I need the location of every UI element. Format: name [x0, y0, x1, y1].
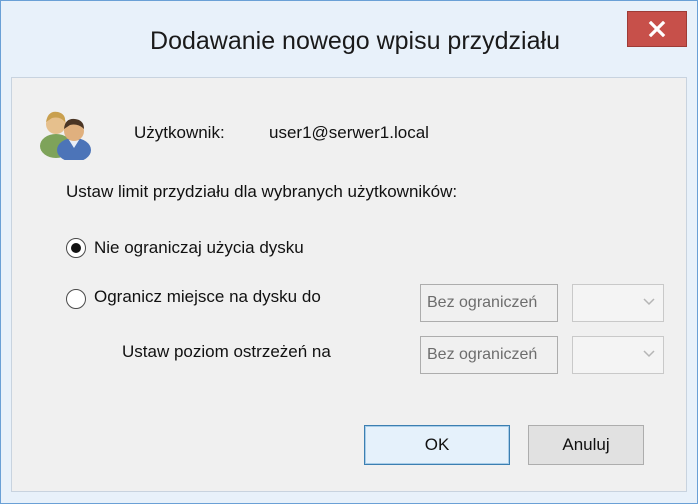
warning-value-field[interactable]: Bez ograniczeń [420, 336, 558, 374]
cancel-button[interactable]: Anuluj [528, 425, 644, 465]
warning-unit-select[interactable] [572, 336, 664, 374]
radio-selected-dot [71, 243, 81, 253]
radio-limit[interactable] [66, 289, 86, 309]
close-button[interactable] [627, 11, 687, 47]
radio-limit-label[interactable]: Ogranicz miejsce na dysku do [94, 287, 321, 307]
users-icon [40, 111, 91, 160]
dialog-title: Dodawanie nowego wpisu przydziału [150, 27, 560, 55]
chevron-down-icon [643, 350, 655, 358]
title-bar[interactable]: Dodawanie nowego wpisu przydziału [1, 1, 697, 77]
instruction-text: Ustaw limit przydziału dla wybranych uży… [66, 182, 458, 201]
radio-no-limit[interactable] [66, 238, 86, 258]
user-label: Użytkownik: [134, 123, 225, 142]
dialog-content: Użytkownik: user1@serwer1.local Ustaw li… [11, 77, 687, 492]
ok-button[interactable]: OK [364, 425, 510, 465]
limit-unit-select[interactable] [572, 284, 664, 322]
warning-level-label: Ustaw poziom ostrzeżeń na [122, 342, 331, 361]
radio-no-limit-label[interactable]: Nie ograniczaj użycia dysku [94, 238, 304, 258]
limit-value-field[interactable]: Bez ograniczeń [420, 284, 558, 322]
close-icon [648, 21, 666, 37]
user-value: user1@serwer1.local [269, 123, 429, 142]
dialog-window: Dodawanie nowego wpisu przydziału Użytko… [0, 0, 698, 504]
chevron-down-icon [643, 298, 655, 306]
